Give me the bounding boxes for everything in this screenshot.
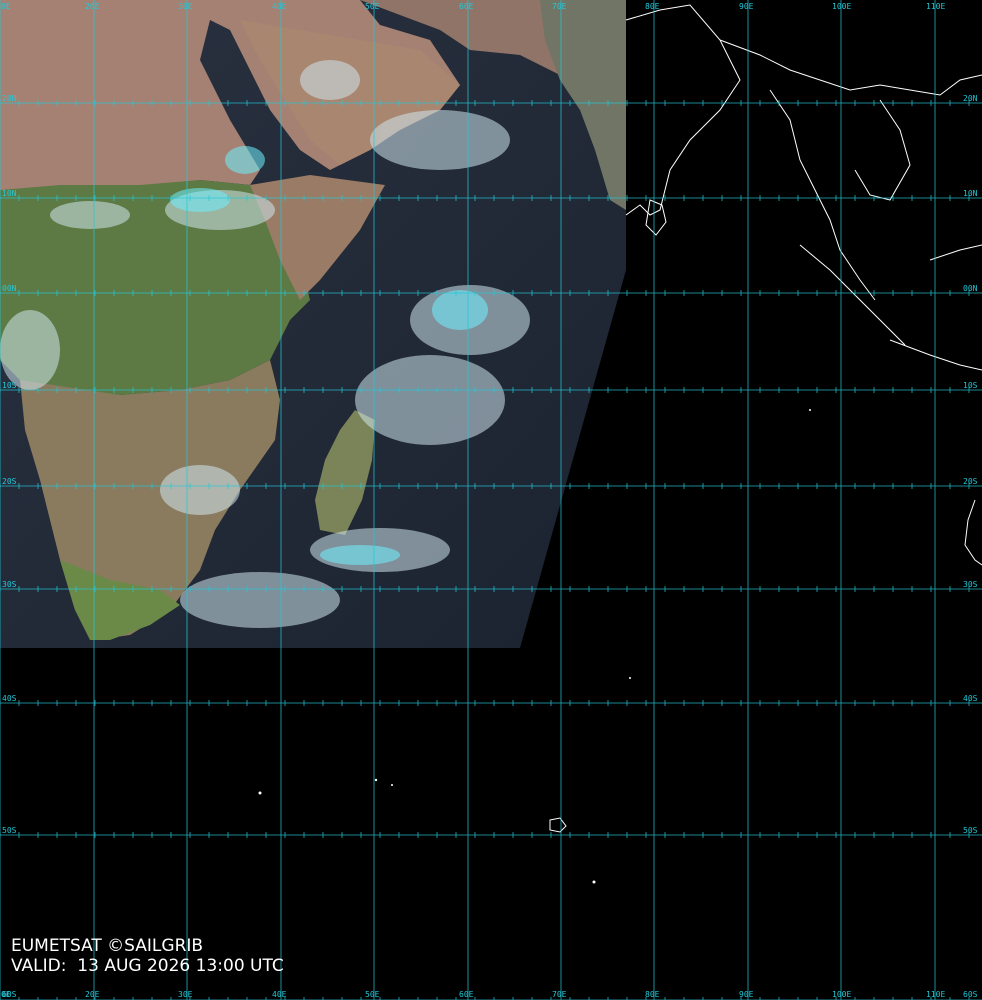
- longitude-label: 100E: [832, 2, 851, 11]
- latitude-label: 20S: [2, 477, 17, 486]
- latitude-label: 30S: [963, 580, 978, 589]
- latitude-label: 20N: [2, 94, 17, 103]
- longitude-label: 20E: [85, 990, 100, 999]
- latitude-label: 60S: [2, 990, 17, 999]
- latitude-label: 50S: [963, 826, 978, 835]
- coast-india: [625, 4, 741, 216]
- coast-indochina: [719, 39, 982, 96]
- credit-text: EUMETSAT ©SAILGRIB: [11, 936, 204, 956]
- latitude-label: 00N: [2, 284, 17, 293]
- longitude-label: 40E: [272, 990, 287, 999]
- longitude-label: 50E: [365, 990, 380, 999]
- longitude-label: 70E: [552, 990, 567, 999]
- longitude-label: 60E: [459, 2, 474, 11]
- longitude-label: 30E: [178, 2, 193, 11]
- latitude-label: 00N: [963, 284, 978, 293]
- longitude-label: 90E: [739, 2, 754, 11]
- longitude-label: 100E: [832, 990, 851, 999]
- valid-line: VALID: 13 AUG 2026 13:00 UTC: [11, 956, 284, 976]
- coast-australia-west: [964, 499, 982, 566]
- longitude-label: 110E: [926, 2, 945, 11]
- latitude-label: 10S: [2, 381, 17, 390]
- latitude-label: 30S: [2, 580, 17, 589]
- longitude-label: 60E: [459, 990, 474, 999]
- coast-sumatra: [799, 244, 906, 346]
- longitude-label: 110E: [926, 990, 945, 999]
- latitude-label: 40S: [963, 694, 978, 703]
- satellite-map: 0E 0E 20E 20E 30E 30E 40E 40E 50E 50E 60E 60E 70E 70E…: [0, 0, 982, 1000]
- latitude-label: 10N: [2, 189, 17, 198]
- coast-sri-lanka: [645, 199, 667, 236]
- longitude-label: 30E: [178, 990, 193, 999]
- latitude-label: 10S: [963, 381, 978, 390]
- coast-borneo: [929, 244, 982, 261]
- latitude-label: 10N: [963, 189, 978, 198]
- credits-block: EUMETSAT ©SAILGRIB VALID: 13 AUG 2026 13…: [11, 936, 284, 976]
- valid-label: VALID:: [11, 956, 67, 976]
- coast-kerguelen: [549, 817, 567, 833]
- longitude-label: 70E: [552, 2, 567, 11]
- longitude-label: 80E: [645, 990, 660, 999]
- latitude-label: 40S: [2, 694, 17, 703]
- longitude-label: 40E: [272, 2, 287, 11]
- longitude-label: 90E: [739, 990, 754, 999]
- map-canvas: 0E0E20E20E30E30E40E40E50E50E60E60E70E70E…: [0, 0, 982, 1000]
- latitude-label: 20S: [963, 477, 978, 486]
- longitude-label: 80E: [645, 2, 660, 11]
- longitude-label: 50E: [365, 2, 380, 11]
- longitude-label: 20E: [85, 2, 100, 11]
- coast-vietnam: [854, 99, 911, 201]
- valid-time: 13 AUG 2026 13:00 UTC: [77, 956, 284, 976]
- coast-burma-malaya: [769, 89, 876, 301]
- longitude-label: 0E: [1, 2, 11, 11]
- latitude-label: 50S: [2, 826, 17, 835]
- latitude-label: 20N: [963, 94, 978, 103]
- latitude-label: 60S: [963, 990, 978, 999]
